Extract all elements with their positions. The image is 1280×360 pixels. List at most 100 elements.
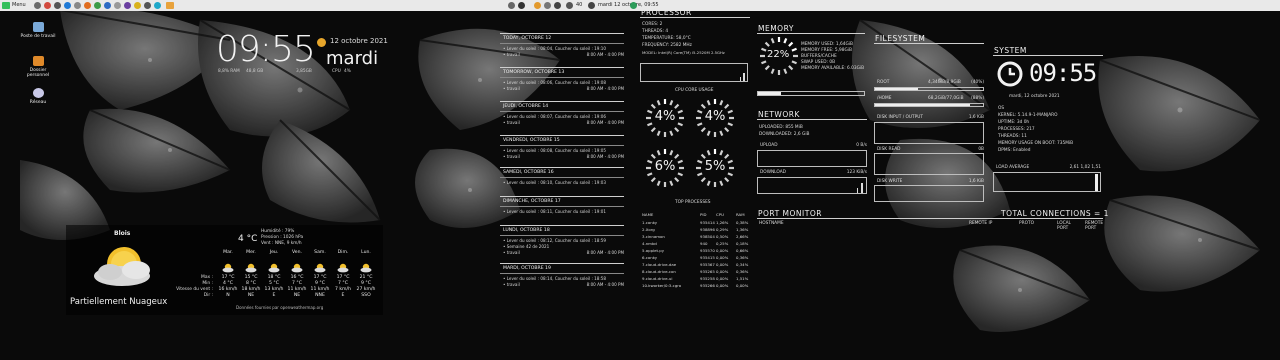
- calendar-week: • Semaine 42 de 2021: [503, 244, 550, 249]
- port-monitor-title: PORT MONITOR: [758, 209, 822, 218]
- row-label-speed: Vitesse du vent :: [176, 287, 213, 292]
- forecast-min: 9 °C: [315, 281, 325, 286]
- process-cell-1: 938504: [700, 234, 715, 239]
- tray-icon-3[interactable]: [544, 2, 551, 9]
- cpu-graph: [640, 63, 748, 82]
- gauge-segment: [788, 65, 794, 71]
- calendar-event[interactable]: • travail: [503, 282, 520, 287]
- partly-cloudy-small-icon: [291, 258, 303, 273]
- volume-icon[interactable]: [566, 2, 573, 9]
- forecast-max: 15 °C: [244, 275, 258, 280]
- forecast-min: 7 °C: [292, 281, 302, 286]
- launcher-icon-6[interactable]: [94, 2, 101, 9]
- process-cell-1: 935266: [700, 283, 715, 288]
- clock-date: 12 octobre 2021: [330, 37, 388, 45]
- show-desktop-icon[interactable]: [34, 2, 41, 9]
- calendar-event[interactable]: • travail: [503, 52, 520, 57]
- home-value: 68,2GiB/77,0GiB: [928, 96, 964, 101]
- calendar-event-time: 8:00 AM - 4:00 PM: [586, 154, 624, 159]
- cpu-cores: CORES: 2: [642, 22, 663, 27]
- calendar-event-time: 8:00 AM - 4:00 PM: [586, 86, 624, 91]
- gauge-segment: [783, 68, 788, 74]
- home-folder-icon: [32, 56, 44, 66]
- bluetooth-icon[interactable]: [508, 2, 515, 9]
- gauge-segment: [674, 103, 680, 109]
- process-cell-1: 938896: [700, 227, 715, 232]
- gauge-segment: [770, 38, 775, 44]
- gauge-segment: [719, 180, 724, 186]
- network-tray-icon[interactable]: [554, 2, 561, 9]
- process-cell-2: 0,00%: [716, 262, 729, 267]
- process-cell-1: 935265: [700, 269, 715, 274]
- launcher-icon-2[interactable]: [54, 2, 61, 9]
- launcher-icon-11[interactable]: [144, 2, 151, 9]
- process-cell-0: 4.nmbd: [642, 241, 657, 246]
- calendar-date: SAMEDI, OCTOBRE 16: [503, 170, 554, 175]
- desktop-icon-network[interactable]: Réseau: [18, 88, 58, 105]
- partly-cloudy-small-icon: [222, 258, 234, 273]
- panel-clock[interactable]: mardi 12 octobre, 09:55: [598, 2, 659, 8]
- process-cell-3: 0,36%: [736, 255, 749, 260]
- forecast-wind-dir: NE: [293, 293, 301, 298]
- calendar-sun-times: • Lever du soleil : 08:12, Coucher du so…: [503, 238, 606, 243]
- process-cell-1: 940: [700, 241, 708, 246]
- tray-icon-2[interactable]: [534, 2, 541, 9]
- process-cell-0: 9.cloud-drive-ui: [642, 276, 673, 281]
- calendar-event[interactable]: • travail: [503, 250, 520, 255]
- memory-title: MEMORY: [758, 24, 794, 33]
- launcher-icon-4[interactable]: [74, 2, 81, 9]
- desktop-icon-computer[interactable]: Poste de travail: [18, 22, 58, 39]
- forecast-wind-speed: 27 km/h: [356, 287, 376, 292]
- gauge-segment: [669, 100, 674, 106]
- calendar-event-time: 8:00 AM - 4:00 PM: [586, 52, 624, 57]
- forecast-wind-speed: 18 km/h: [241, 287, 261, 292]
- folder-icon[interactable]: [166, 2, 174, 9]
- calendar-date: TODAY, OCTOBRE 12: [503, 36, 552, 41]
- launcher-icon-1[interactable]: [44, 2, 51, 9]
- process-cell-1: 935415: [700, 255, 715, 260]
- launcher-icon-8[interactable]: [114, 2, 121, 9]
- processor-panel: PROCESSOR CORES: 2 THREADS: 4 TEMPERATUR…: [640, 6, 752, 296]
- process-header-3: RAM: [736, 212, 745, 217]
- system-os: OS: [998, 106, 1005, 111]
- tray-icon-1[interactable]: [518, 2, 525, 9]
- forecast-day-name: Ven.: [292, 250, 302, 255]
- calendar-event[interactable]: • travail: [503, 154, 520, 159]
- gauge-segment: [770, 68, 775, 74]
- calendar-event[interactable]: • travail: [503, 120, 520, 125]
- clock-time: 09:55: [216, 29, 316, 70]
- col-hostname: HOSTNAME: [759, 221, 784, 226]
- menu-label[interactable]: Menu: [12, 2, 26, 8]
- process-cell-2: 0,00%: [716, 248, 729, 253]
- calendar-sun-times: • Lever du soleil : 08:04, Coucher du so…: [503, 46, 606, 51]
- disk-io-label: DISK INPUT / OUTPUT: [877, 115, 924, 120]
- home-percent: (88%): [971, 96, 984, 101]
- launcher-icon-7[interactable]: [104, 2, 111, 9]
- launcher-icon-5[interactable]: [84, 2, 91, 9]
- partly-cloudy-small-icon: [268, 258, 280, 273]
- forecast-wind-speed: 16 km/h: [218, 287, 238, 292]
- forecast-day-name: Dim.: [337, 250, 349, 255]
- desktop-icon-home[interactable]: Dossier personnel: [18, 56, 58, 78]
- cpu-core-gauge: 5%: [695, 148, 735, 188]
- tray-icon-4[interactable]: [630, 2, 637, 9]
- battery-icon[interactable]: [588, 2, 595, 9]
- launcher-icon-9[interactable]: [124, 2, 131, 9]
- system-date: mardi, 12 octobre 2021: [1009, 94, 1060, 99]
- network-panel: NETWORK UPLOADED: 855 MiB DOWNLOADED: 2,…: [757, 108, 869, 208]
- gauge-segment: [761, 47, 767, 52]
- desktop-icon-label: Réseau: [29, 100, 47, 105]
- launcher-icon-10[interactable]: [134, 2, 141, 9]
- forecast-max: 17 °C: [336, 275, 350, 280]
- menu-icon[interactable]: [2, 2, 10, 9]
- calendar-event[interactable]: • travail: [503, 86, 520, 91]
- calendar-event-time: 8:00 AM - 4:00 PM: [586, 282, 624, 287]
- forecast-day-name: Mar.: [223, 250, 233, 255]
- launcher-icon-12[interactable]: [154, 2, 161, 9]
- launcher-icon-3[interactable]: [64, 2, 71, 9]
- network-title: NETWORK: [758, 110, 800, 119]
- cpu-frequency: FREQUENCY: 2582 MHz: [642, 43, 692, 48]
- gauge-segment: [724, 103, 730, 109]
- system-boot-mem: MEMORY USAGE ON BOOT: 735MiB: [998, 141, 1074, 146]
- disk-read-graph: [874, 153, 984, 175]
